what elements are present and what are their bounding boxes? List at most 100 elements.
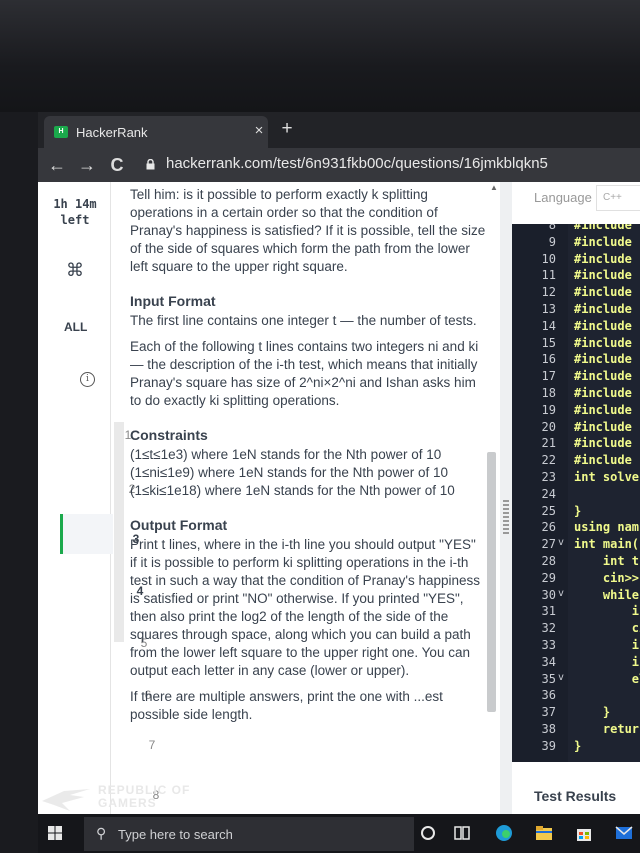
code-line[interactable]: 11 #include: [512, 268, 640, 286]
line-number: 33: [541, 638, 556, 652]
url-field[interactable]: hackerrank.com/test/6n931fkb00c/question…: [166, 155, 548, 172]
line-number: 36: [541, 688, 556, 703]
code-line[interactable]: 17 #include: [512, 369, 640, 387]
question-7-link[interactable]: 7: [142, 738, 162, 752]
file-explorer-icon[interactable]: [534, 823, 554, 843]
forward-arrow-icon[interactable]: →: [76, 154, 98, 176]
constraints-text: (1≤t≤1e3) where 1eN stands for the Nth p…: [130, 447, 455, 498]
input-format-p1: The first line contains one integer t — …: [130, 313, 477, 328]
line-number: 14: [541, 318, 556, 333]
fold-chevron-icon[interactable]: v: [558, 588, 564, 599]
code-line[interactable]: 37 }: [512, 705, 640, 723]
code-text: cin>>: [574, 570, 640, 585]
code-text: el: [574, 671, 640, 686]
code-line[interactable]: 20 #include: [512, 420, 640, 438]
code-line[interactable]: 34 if: [512, 655, 640, 673]
info-icon[interactable]: i: [80, 372, 95, 387]
line-number: 31: [541, 604, 556, 619]
scroll-up-arrow-icon[interactable]: ▲: [488, 182, 500, 194]
code-line[interactable]: 35 v el: [512, 672, 640, 690]
line-number: 30: [541, 587, 556, 602]
line-number: 12: [541, 285, 556, 300]
back-arrow-icon[interactable]: ←: [46, 154, 68, 176]
search-placeholder: Type here to search: [118, 827, 233, 842]
line-number: 9: [548, 234, 556, 249]
rail-scrollbar[interactable]: [114, 422, 124, 642]
code-line[interactable]: 29 cin>>: [512, 571, 640, 589]
line-number: 32: [541, 621, 556, 636]
fold-chevron-icon[interactable]: v: [558, 672, 564, 683]
cortana-icon[interactable]: [418, 823, 438, 843]
code-text: }: [574, 705, 611, 720]
tab-bar: H HackerRank × +: [38, 112, 640, 148]
task-view-icon[interactable]: [452, 823, 472, 843]
reload-icon[interactable]: C: [106, 154, 128, 176]
edge-browser-icon[interactable]: [494, 823, 514, 843]
input-format-p2: Each of the following t lines contains t…: [130, 339, 479, 408]
code-line[interactable]: 18 #include: [512, 386, 640, 404]
tab-hackerrank[interactable]: H HackerRank ×: [44, 116, 268, 148]
code-line[interactable]: 28 int t: [512, 554, 640, 572]
code-line[interactable]: 23 int solve: [512, 470, 640, 488]
line-number: 28: [541, 554, 556, 568]
code-line[interactable]: 26 using nam: [512, 520, 640, 538]
code-line[interactable]: 15 #include: [512, 336, 640, 354]
language-select[interactable]: C++: [596, 185, 640, 211]
windows-start-icon[interactable]: [48, 826, 62, 840]
code-text: #include: [574, 268, 632, 283]
code-line[interactable]: 14 #include: [512, 319, 640, 337]
code-line[interactable]: 30 v while(: [512, 588, 640, 606]
code-line[interactable]: 9 #include: [512, 235, 640, 253]
editor-panel: Language C++ 8 #include 9 #include 10 #includ…: [512, 182, 640, 832]
problem-scrollbar[interactable]: [487, 452, 496, 712]
code-editor[interactable]: 8 #include 9 #include 10 #include 11 #include 12…: [512, 224, 640, 762]
code-line[interactable]: 22 #include: [512, 453, 640, 471]
code-text: #include: [574, 234, 632, 249]
fold-chevron-icon[interactable]: v: [558, 537, 564, 548]
code-line[interactable]: 36: [512, 688, 640, 706]
taskbar-search[interactable]: ⚲ Type here to search: [84, 817, 414, 851]
tab-close-icon[interactable]: ×: [250, 122, 268, 140]
question-rail: 1h 14m left ⌘ ALL i 1 2 3 4 5 6 7 8: [38, 182, 159, 832]
drag-handle-icon[interactable]: [503, 500, 509, 536]
code-text: #include: [574, 285, 632, 300]
line-number: 23: [541, 470, 556, 484]
tab-title: HackerRank: [76, 125, 148, 140]
code-line[interactable]: 13 #include: [512, 302, 640, 320]
code-text: }: [574, 738, 582, 753]
new-tab-icon[interactable]: +: [276, 118, 298, 140]
code-line[interactable]: 33 in: [512, 638, 640, 656]
mail-icon[interactable]: [614, 823, 634, 843]
line-number: 10: [541, 251, 556, 266]
code-text: #include: [574, 453, 632, 468]
code-line[interactable]: 38 return: [512, 722, 640, 740]
code-line[interactable]: 12 #include: [512, 285, 640, 303]
code-text: #include: [574, 224, 632, 232]
store-icon[interactable]: [574, 823, 594, 843]
output-format-heading: Output Format: [130, 517, 228, 533]
line-number: 37: [541, 705, 556, 720]
code-line[interactable]: 24: [512, 487, 640, 505]
code-line[interactable]: 32 ci: [512, 621, 640, 639]
code-line[interactable]: 16 #include: [512, 352, 640, 370]
code-line[interactable]: 21 #include: [512, 436, 640, 454]
code-line[interactable]: 10 #include: [512, 252, 640, 270]
line-number: 35: [541, 671, 556, 686]
code-text: #include: [574, 386, 632, 400]
all-questions-link[interactable]: ALL: [64, 320, 87, 334]
code-line[interactable]: 25}: [512, 504, 640, 522]
code-text: #include: [574, 302, 632, 316]
output-format-p1: Print t lines, where in the i-th line yo…: [130, 537, 481, 678]
code-line[interactable]: 31 in: [512, 604, 640, 622]
search-icon: ⚲: [96, 825, 107, 841]
code-line[interactable]: 27 v int main(: [512, 537, 640, 555]
code-text: return: [574, 722, 640, 736]
code-line[interactable]: 39}: [512, 739, 640, 757]
code-line[interactable]: 19 #include: [512, 403, 640, 421]
line-number: 26: [541, 520, 556, 535]
lock-icon: [146, 159, 155, 170]
command-icon[interactable]: ⌘: [66, 260, 84, 281]
test-results-heading[interactable]: Test Results: [534, 788, 616, 804]
rog-wordmark: REPUBLIC OF GAMERS: [98, 783, 191, 810]
code-text: int main(: [574, 537, 640, 552]
